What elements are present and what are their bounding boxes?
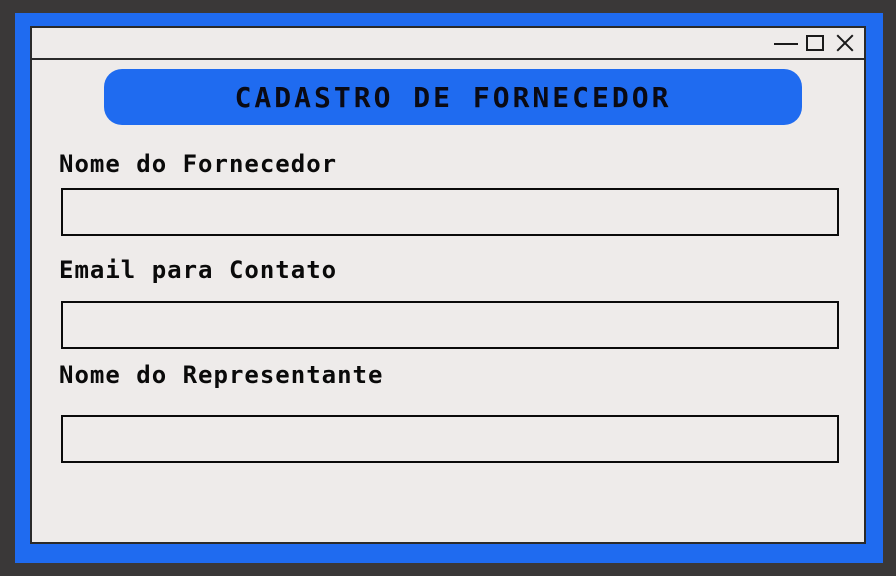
close-icon[interactable] — [834, 33, 856, 53]
window-controls — [774, 33, 856, 53]
supplier-name-input[interactable] — [61, 188, 839, 236]
representative-name-input[interactable] — [61, 415, 839, 463]
supplier-name-label: Nome do Fornecedor — [59, 150, 338, 178]
maximize-icon[interactable] — [806, 35, 824, 51]
title-bar — [32, 28, 864, 60]
app-window: CADASTRO DE FORNECEDOR Nome do Fornecedo… — [30, 26, 866, 544]
form-header: CADASTRO DE FORNECEDOR — [104, 69, 802, 125]
contact-email-input[interactable] — [61, 301, 839, 349]
representative-name-label: Nome do Representante — [59, 361, 384, 389]
contact-email-label: Email para Contato — [59, 256, 338, 284]
page-title: CADASTRO DE FORNECEDOR — [234, 80, 672, 114]
minimize-icon[interactable] — [774, 33, 798, 53]
